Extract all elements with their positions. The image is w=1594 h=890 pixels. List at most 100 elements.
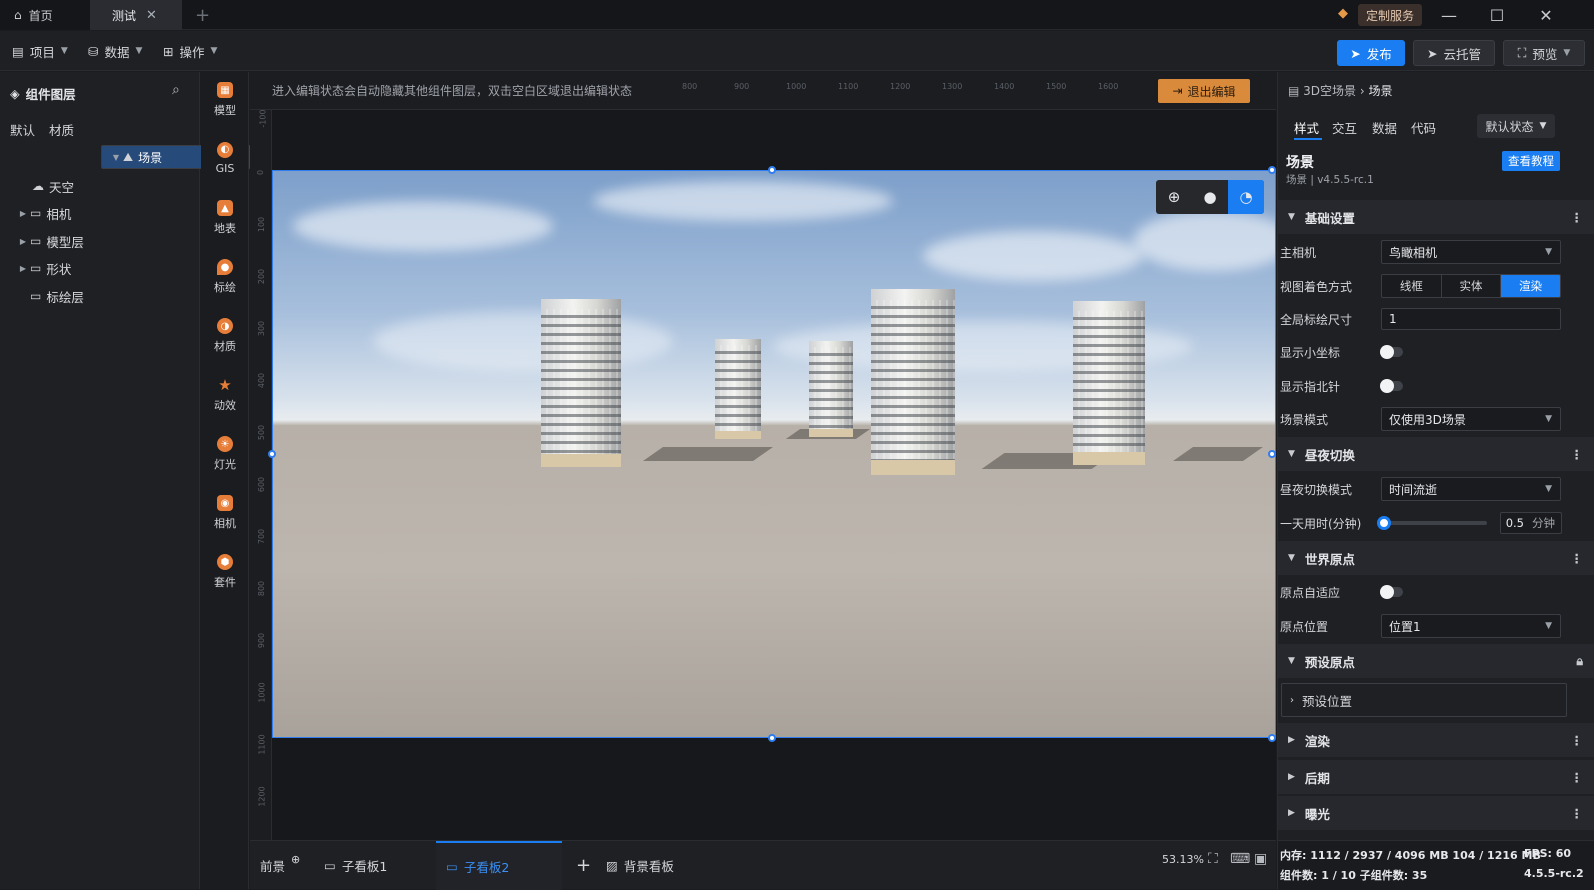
tab-code[interactable]: 代码 bbox=[1411, 118, 1436, 137]
board-tab-sub1[interactable]: ▭ 子看板1 bbox=[314, 841, 434, 890]
maximize-icon[interactable]: ☐ bbox=[1484, 2, 1510, 28]
more-icon[interactable]: ⋮ bbox=[1571, 551, 1584, 566]
ruler-tick: 1100 bbox=[838, 82, 859, 91]
menu-project[interactable]: ▤ 项目 ▼ bbox=[4, 39, 76, 63]
resize-handle[interactable] bbox=[1268, 734, 1276, 742]
cloud-host-button[interactable]: ➤ 云托管 bbox=[1413, 40, 1495, 66]
scene-viewport[interactable]: ⊕ ● ◔ bbox=[272, 170, 1276, 738]
caret-right-icon[interactable]: ▶ bbox=[16, 209, 30, 218]
tutorial-button[interactable]: 查看教程 bbox=[1502, 151, 1560, 171]
caret-down-icon[interactable]: ▼ bbox=[109, 153, 123, 162]
marker-size-input[interactable]: 1 bbox=[1381, 308, 1561, 330]
more-icon[interactable]: ⋮ bbox=[1571, 806, 1584, 821]
render-view-icon[interactable]: ◔ bbox=[1228, 180, 1264, 214]
tab-home[interactable]: ⌂ 首页 bbox=[0, 0, 90, 30]
board-tab-sub2[interactable]: ▭ 子看板2 bbox=[436, 841, 562, 890]
shading-render[interactable]: 渲染 bbox=[1501, 275, 1560, 297]
more-icon[interactable]: ⋮ bbox=[1571, 447, 1584, 462]
add-circle-icon[interactable]: ⊕ bbox=[291, 853, 300, 866]
solid-view-icon[interactable]: ● bbox=[1192, 180, 1228, 214]
resize-handle[interactable] bbox=[768, 734, 776, 742]
tool-effect[interactable]: ★ 动效 bbox=[201, 367, 249, 423]
tool-terrain[interactable]: ▲ 地表 bbox=[201, 190, 249, 246]
day-duration-slider[interactable] bbox=[1377, 516, 1487, 530]
show-compass-toggle[interactable] bbox=[1380, 379, 1403, 393]
more-icon[interactable]: ⋮ bbox=[1571, 770, 1584, 785]
add-tab-icon[interactable]: + bbox=[195, 5, 210, 26]
building bbox=[715, 339, 761, 439]
section-exposure[interactable]: ▶ 曝光 ⋮ bbox=[1278, 796, 1594, 830]
tab-default[interactable]: 默认 bbox=[10, 120, 35, 139]
resize-handle[interactable] bbox=[268, 450, 276, 458]
breadcrumb-parent[interactable]: 3D空场景 bbox=[1303, 84, 1356, 98]
resize-handle[interactable] bbox=[768, 166, 776, 174]
tool-label: 动效 bbox=[214, 399, 236, 412]
preset-position-item[interactable]: › 预设位置 bbox=[1281, 683, 1567, 717]
tab-style[interactable]: 样式 bbox=[1294, 118, 1319, 137]
section-origin[interactable]: ▼ 世界原点 ⋮ bbox=[1278, 541, 1594, 575]
daynight-mode-select[interactable]: 时间流逝 ▼ bbox=[1381, 477, 1561, 501]
tool-light[interactable]: ☀ 灯光 bbox=[201, 426, 249, 482]
resize-handle[interactable] bbox=[1268, 450, 1276, 458]
menu-data[interactable]: ⛁ 数据 ▼ bbox=[80, 39, 150, 63]
resize-handle[interactable] bbox=[1268, 166, 1276, 174]
menu-operate[interactable]: ⊞ 操作 ▼ bbox=[155, 39, 225, 63]
tree-item-shape[interactable]: ▶ ▭ 形状 bbox=[4, 255, 200, 281]
state-select[interactable]: 默认状态 ▼ bbox=[1477, 114, 1555, 138]
lock-icon[interactable]: 🔒︎ bbox=[1576, 653, 1583, 669]
tree-item-camera[interactable]: ▶ ▭ 相机 bbox=[4, 200, 200, 226]
tool-model[interactable]: ▦ 模型 bbox=[201, 72, 249, 128]
search-icon[interactable]: ⌕ bbox=[172, 82, 180, 98]
zoom-level[interactable]: 53.13% bbox=[1162, 853, 1204, 866]
tab-data[interactable]: 数据 bbox=[1372, 118, 1397, 137]
fit-screen-icon[interactable]: ⛶ bbox=[1208, 851, 1218, 867]
tab-interaction[interactable]: 交互 bbox=[1332, 118, 1357, 137]
more-icon[interactable]: ⋮ bbox=[1571, 210, 1584, 225]
publish-button[interactable]: ➤ 发布 bbox=[1337, 40, 1405, 66]
close-icon[interactable]: ✕ bbox=[146, 8, 157, 23]
section-basic[interactable]: ▼ 基础设置 ⋮ bbox=[1278, 200, 1594, 234]
tool-marker[interactable]: ● 标绘 bbox=[201, 249, 249, 305]
caret-right-icon[interactable]: ▶ bbox=[16, 264, 30, 273]
board-tab-background[interactable]: ▨ 背景看板 bbox=[596, 841, 716, 890]
shading-wireframe[interactable]: 线框 bbox=[1382, 275, 1442, 297]
minimize-icon[interactable]: — bbox=[1436, 2, 1462, 28]
wireframe-view-icon[interactable]: ⊕ bbox=[1156, 180, 1192, 214]
day-duration-input[interactable]: 0.5 分钟 bbox=[1500, 512, 1562, 534]
section-post[interactable]: ▶ 后期 ⋮ bbox=[1278, 760, 1594, 794]
tool-label: 相机 bbox=[214, 517, 236, 530]
show-axes-toggle[interactable] bbox=[1380, 345, 1403, 359]
board-tab-foreground[interactable]: 前景 ⊕ bbox=[250, 841, 314, 890]
caret-right-icon: ▶ bbox=[1288, 735, 1295, 745]
tree-item-marker-layer[interactable]: ▭ 标绘层 bbox=[4, 283, 200, 309]
main-camera-select[interactable]: 鸟瞰相机 ▼ bbox=[1381, 240, 1561, 264]
keyboard-icon[interactable]: ⌨ bbox=[1230, 851, 1250, 867]
tool-kit[interactable]: ⬢ 套件 bbox=[201, 544, 249, 600]
tool-camera[interactable]: ◉ 相机 bbox=[201, 485, 249, 541]
origin-position-select[interactable]: 位置1 ▼ bbox=[1381, 614, 1561, 638]
close-window-icon[interactable]: ✕ bbox=[1533, 2, 1559, 28]
caret-down-icon: ▼ bbox=[1288, 449, 1295, 459]
shading-solid[interactable]: 实体 bbox=[1441, 275, 1502, 297]
tool-gis[interactable]: ◐ GIS bbox=[201, 130, 249, 186]
tree-item-model-layer[interactable]: ▶ ▭ 模型层 bbox=[4, 228, 200, 254]
ruler-tick: 1000 bbox=[257, 682, 267, 703]
section-render[interactable]: ▶ 渲染 ⋮ bbox=[1278, 723, 1594, 757]
section-daynight[interactable]: ▼ 昼夜切换 ⋮ bbox=[1278, 437, 1594, 471]
section-preset-origin[interactable]: ▼ 预设原点 🔒︎ bbox=[1278, 644, 1594, 678]
exit-edit-button[interactable]: ⇥ 退出编辑 bbox=[1158, 79, 1250, 103]
more-icon[interactable]: ⋮ bbox=[1571, 733, 1584, 748]
add-board-icon[interactable]: + bbox=[566, 841, 596, 890]
slider-knob[interactable] bbox=[1377, 516, 1391, 530]
tool-material[interactable]: ◑ 材质 bbox=[201, 308, 249, 364]
origin-adapt-toggle[interactable] bbox=[1380, 585, 1403, 599]
tab-material[interactable]: 材质 bbox=[49, 120, 74, 139]
preview-button[interactable]: ⛶ 预览 ▼ bbox=[1503, 40, 1585, 66]
tree-item-sky[interactable]: ☁ 天空 bbox=[4, 173, 200, 199]
tab-test[interactable]: 测试 ✕ bbox=[90, 0, 182, 30]
editor-canvas[interactable]: 800 900 1000 1100 1200 1300 1400 1500 16… bbox=[250, 72, 1276, 840]
terminal-icon[interactable]: ▣ bbox=[1254, 851, 1267, 867]
scene-mode-select[interactable]: 仅使用3D场景 ▼ bbox=[1381, 407, 1561, 431]
caret-right-icon[interactable]: ▶ bbox=[16, 237, 30, 246]
custom-service-button[interactable]: 定制服务 bbox=[1358, 4, 1423, 26]
